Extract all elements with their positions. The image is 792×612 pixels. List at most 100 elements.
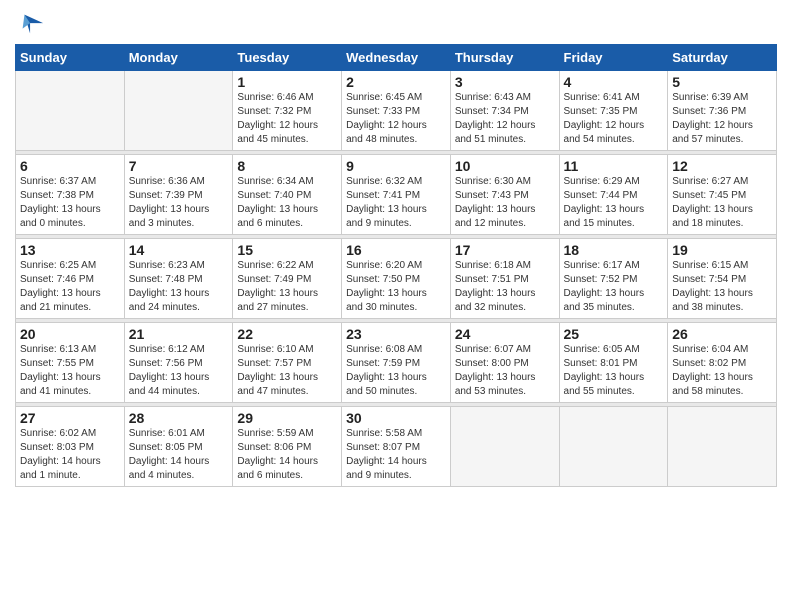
day-info: Sunrise: 6:22 AMSunset: 7:49 PMDaylight:… [237, 259, 337, 315]
day-number: 1 [237, 74, 337, 90]
calendar-cell: 10Sunrise: 6:30 AMSunset: 7:43 PMDayligh… [450, 155, 559, 235]
day-info: Sunrise: 6:46 AMSunset: 7:32 PMDaylight:… [237, 91, 337, 147]
calendar-cell: 17Sunrise: 6:18 AMSunset: 7:51 PMDayligh… [450, 239, 559, 319]
day-number: 4 [564, 74, 664, 90]
calendar-week-row: 1Sunrise: 6:46 AMSunset: 7:32 PMDaylight… [16, 71, 777, 151]
day-number: 25 [564, 326, 664, 342]
day-number: 14 [129, 242, 229, 258]
calendar-table: SundayMondayTuesdayWednesdayThursdayFrid… [15, 44, 777, 487]
day-info: Sunrise: 6:17 AMSunset: 7:52 PMDaylight:… [564, 259, 664, 315]
calendar-week-row: 20Sunrise: 6:13 AMSunset: 7:55 PMDayligh… [16, 323, 777, 403]
day-info: Sunrise: 6:43 AMSunset: 7:34 PMDaylight:… [455, 91, 555, 147]
day-number: 29 [237, 410, 337, 426]
calendar-cell: 27Sunrise: 6:02 AMSunset: 8:03 PMDayligh… [16, 407, 125, 487]
calendar-cell: 6Sunrise: 6:37 AMSunset: 7:38 PMDaylight… [16, 155, 125, 235]
calendar-cell: 18Sunrise: 6:17 AMSunset: 7:52 PMDayligh… [559, 239, 668, 319]
day-number: 16 [346, 242, 446, 258]
calendar-day-header: Sunday [16, 45, 125, 71]
day-number: 30 [346, 410, 446, 426]
calendar-cell [668, 407, 777, 487]
day-info: Sunrise: 6:23 AMSunset: 7:48 PMDaylight:… [129, 259, 229, 315]
day-info: Sunrise: 6:15 AMSunset: 7:54 PMDaylight:… [672, 259, 772, 315]
calendar-cell: 16Sunrise: 6:20 AMSunset: 7:50 PMDayligh… [342, 239, 451, 319]
calendar-cell: 7Sunrise: 6:36 AMSunset: 7:39 PMDaylight… [124, 155, 233, 235]
day-info: Sunrise: 6:04 AMSunset: 8:02 PMDaylight:… [672, 343, 772, 399]
day-number: 10 [455, 158, 555, 174]
day-number: 3 [455, 74, 555, 90]
calendar-cell: 2Sunrise: 6:45 AMSunset: 7:33 PMDaylight… [342, 71, 451, 151]
calendar-day-header: Thursday [450, 45, 559, 71]
day-info: Sunrise: 6:36 AMSunset: 7:39 PMDaylight:… [129, 175, 229, 231]
calendar-cell: 25Sunrise: 6:05 AMSunset: 8:01 PMDayligh… [559, 323, 668, 403]
calendar-cell: 5Sunrise: 6:39 AMSunset: 7:36 PMDaylight… [668, 71, 777, 151]
day-number: 7 [129, 158, 229, 174]
day-number: 13 [20, 242, 120, 258]
calendar-cell: 14Sunrise: 6:23 AMSunset: 7:48 PMDayligh… [124, 239, 233, 319]
calendar-cell [450, 407, 559, 487]
calendar-cell: 19Sunrise: 6:15 AMSunset: 7:54 PMDayligh… [668, 239, 777, 319]
day-number: 12 [672, 158, 772, 174]
calendar-day-header: Wednesday [342, 45, 451, 71]
calendar-week-row: 27Sunrise: 6:02 AMSunset: 8:03 PMDayligh… [16, 407, 777, 487]
logo [15, 10, 45, 38]
calendar-cell: 15Sunrise: 6:22 AMSunset: 7:49 PMDayligh… [233, 239, 342, 319]
day-info: Sunrise: 6:07 AMSunset: 8:00 PMDaylight:… [455, 343, 555, 399]
day-info: Sunrise: 6:41 AMSunset: 7:35 PMDaylight:… [564, 91, 664, 147]
day-number: 8 [237, 158, 337, 174]
day-info: Sunrise: 6:39 AMSunset: 7:36 PMDaylight:… [672, 91, 772, 147]
day-number: 19 [672, 242, 772, 258]
calendar-cell: 30Sunrise: 5:58 AMSunset: 8:07 PMDayligh… [342, 407, 451, 487]
day-info: Sunrise: 6:05 AMSunset: 8:01 PMDaylight:… [564, 343, 664, 399]
day-number: 24 [455, 326, 555, 342]
day-info: Sunrise: 6:18 AMSunset: 7:51 PMDaylight:… [455, 259, 555, 315]
day-number: 28 [129, 410, 229, 426]
day-number: 6 [20, 158, 120, 174]
day-number: 17 [455, 242, 555, 258]
calendar-cell [559, 407, 668, 487]
calendar-cell: 22Sunrise: 6:10 AMSunset: 7:57 PMDayligh… [233, 323, 342, 403]
day-number: 27 [20, 410, 120, 426]
day-number: 21 [129, 326, 229, 342]
calendar-cell: 24Sunrise: 6:07 AMSunset: 8:00 PMDayligh… [450, 323, 559, 403]
day-number: 11 [564, 158, 664, 174]
day-info: Sunrise: 6:10 AMSunset: 7:57 PMDaylight:… [237, 343, 337, 399]
day-number: 5 [672, 74, 772, 90]
day-info: Sunrise: 6:08 AMSunset: 7:59 PMDaylight:… [346, 343, 446, 399]
day-info: Sunrise: 6:20 AMSunset: 7:50 PMDaylight:… [346, 259, 446, 315]
calendar-cell: 3Sunrise: 6:43 AMSunset: 7:34 PMDaylight… [450, 71, 559, 151]
calendar-cell: 1Sunrise: 6:46 AMSunset: 7:32 PMDaylight… [233, 71, 342, 151]
calendar-week-row: 6Sunrise: 6:37 AMSunset: 7:38 PMDaylight… [16, 155, 777, 235]
page: SundayMondayTuesdayWednesdayThursdayFrid… [0, 0, 792, 612]
day-info: Sunrise: 6:34 AMSunset: 7:40 PMDaylight:… [237, 175, 337, 231]
calendar-header-row: SundayMondayTuesdayWednesdayThursdayFrid… [16, 45, 777, 71]
day-info: Sunrise: 6:12 AMSunset: 7:56 PMDaylight:… [129, 343, 229, 399]
day-info: Sunrise: 6:01 AMSunset: 8:05 PMDaylight:… [129, 427, 229, 483]
calendar-day-header: Friday [559, 45, 668, 71]
calendar-cell: 28Sunrise: 6:01 AMSunset: 8:05 PMDayligh… [124, 407, 233, 487]
calendar-day-header: Monday [124, 45, 233, 71]
calendar-cell: 8Sunrise: 6:34 AMSunset: 7:40 PMDaylight… [233, 155, 342, 235]
day-info: Sunrise: 6:13 AMSunset: 7:55 PMDaylight:… [20, 343, 120, 399]
day-number: 9 [346, 158, 446, 174]
calendar-cell: 20Sunrise: 6:13 AMSunset: 7:55 PMDayligh… [16, 323, 125, 403]
calendar-cell: 9Sunrise: 6:32 AMSunset: 7:41 PMDaylight… [342, 155, 451, 235]
calendar-week-row: 13Sunrise: 6:25 AMSunset: 7:46 PMDayligh… [16, 239, 777, 319]
day-info: Sunrise: 6:02 AMSunset: 8:03 PMDaylight:… [20, 427, 120, 483]
day-number: 26 [672, 326, 772, 342]
day-number: 20 [20, 326, 120, 342]
day-number: 22 [237, 326, 337, 342]
day-info: Sunrise: 5:59 AMSunset: 8:06 PMDaylight:… [237, 427, 337, 483]
calendar-cell: 23Sunrise: 6:08 AMSunset: 7:59 PMDayligh… [342, 323, 451, 403]
calendar-cell: 21Sunrise: 6:12 AMSunset: 7:56 PMDayligh… [124, 323, 233, 403]
day-info: Sunrise: 6:25 AMSunset: 7:46 PMDaylight:… [20, 259, 120, 315]
calendar-cell: 26Sunrise: 6:04 AMSunset: 8:02 PMDayligh… [668, 323, 777, 403]
day-info: Sunrise: 6:27 AMSunset: 7:45 PMDaylight:… [672, 175, 772, 231]
day-number: 2 [346, 74, 446, 90]
day-info: Sunrise: 6:45 AMSunset: 7:33 PMDaylight:… [346, 91, 446, 147]
day-number: 15 [237, 242, 337, 258]
calendar-cell [16, 71, 125, 151]
calendar-cell: 4Sunrise: 6:41 AMSunset: 7:35 PMDaylight… [559, 71, 668, 151]
logo-icon [17, 10, 45, 38]
calendar-cell: 29Sunrise: 5:59 AMSunset: 8:06 PMDayligh… [233, 407, 342, 487]
day-number: 23 [346, 326, 446, 342]
